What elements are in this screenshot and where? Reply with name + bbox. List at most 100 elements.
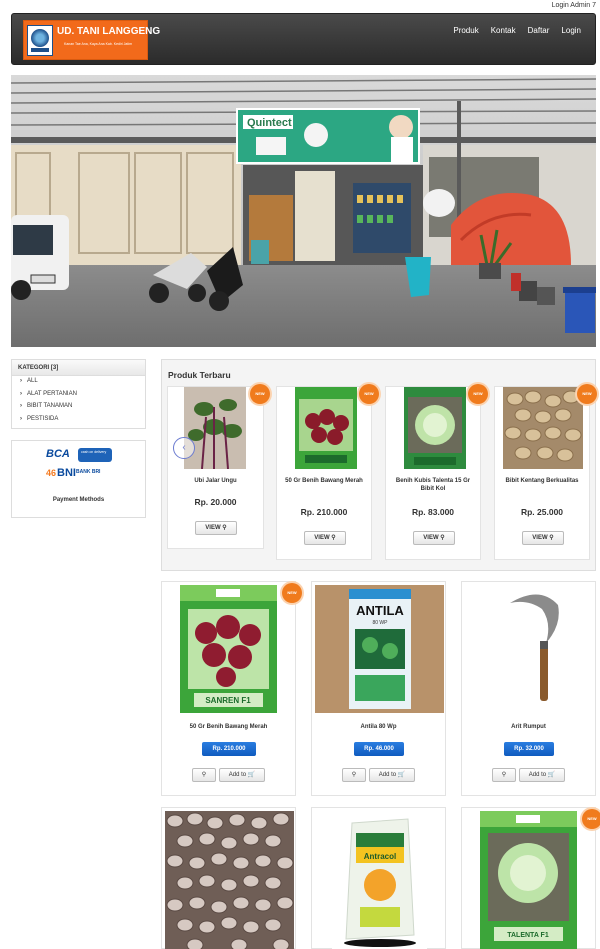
add-to-cart-label: Add to	[228, 772, 247, 778]
product-image[interactable]: ANTILA 80 WP	[315, 585, 444, 713]
product-card: Antracol	[311, 807, 446, 949]
product-name[interactable]: Benih Kubis Talenta 15 Gr Bibit Kol	[386, 477, 480, 493]
view-button-label: VIEW	[532, 535, 548, 541]
chevron-right-icon: ›	[20, 378, 22, 384]
new-badge: NEW	[250, 384, 270, 404]
carousel-prev-arrow-icon[interactable]: ‹	[173, 437, 195, 459]
payment-methods-label: Payment Methods	[52, 497, 105, 503]
category-title: KATEGORI [3]	[12, 360, 145, 376]
latest-product-card: Bibit Kentang Berkualitas Rp. 25.000 VIE…	[494, 386, 590, 560]
nav-item-login[interactable]: Login	[561, 26, 581, 35]
antila-pesticide-image: ANTILA 80 WP	[315, 585, 444, 713]
product-image[interactable]: Antracol	[332, 811, 427, 949]
hero-shop-photo: Quintect	[11, 75, 596, 347]
quick-view-button[interactable]: ⚲	[192, 768, 216, 782]
view-button-label: VIEW	[314, 535, 330, 541]
svg-text:Quintect: Quintect	[247, 117, 292, 129]
add-to-cart-label: Add to	[528, 772, 547, 778]
category-item-bibit-tanaman[interactable]: › BIBIT TANAMAN	[12, 401, 145, 414]
nav-item-kontak[interactable]: Kontak	[491, 26, 516, 35]
seed-potatoes-image	[503, 387, 583, 469]
category-label: PESTISIDA	[27, 415, 59, 422]
add-to-cart-button[interactable]: Add to 🛒	[369, 768, 415, 782]
product-name[interactable]: 50 Gr Benih Bawang Merah	[277, 477, 371, 485]
new-badge: NEW	[468, 384, 488, 404]
quick-view-button[interactable]: ⚲	[342, 768, 366, 782]
category-label: ALAT PERTANIAN	[27, 390, 77, 397]
chevron-right-icon: ›	[20, 415, 22, 422]
payment-logos: BCA cash on delivery BNI BANK BRI	[44, 446, 114, 484]
view-button-label: VIEW	[205, 525, 221, 531]
latest-product-card: Ubi Jalar Ungu Rp. 20.000 VIEW ⚲	[167, 386, 264, 549]
product-name[interactable]: Antila 80 Wp	[312, 723, 445, 731]
category-item-pestisida[interactable]: › PESTISIDA	[12, 414, 145, 427]
chevron-right-icon: ›	[20, 390, 22, 397]
product-image[interactable]	[165, 811, 294, 949]
chevron-right-icon: ›	[20, 403, 22, 409]
new-badge: NEW	[582, 809, 600, 829]
product-name[interactable]: Bibit Kentang Berkualitas	[495, 477, 589, 485]
brand-name: UD. TANI LANGGENG	[57, 26, 161, 37]
cabbage-seed-pack-image: TALENTA F1	[480, 811, 577, 949]
cod-badge: cash on delivery	[78, 448, 112, 462]
nav-item-produk[interactable]: Produk	[453, 26, 478, 35]
view-button[interactable]: VIEW ⚲	[195, 521, 237, 535]
latest-products-title: Produk Terbaru	[168, 370, 231, 380]
latest-product-card: Benih Kubis Talenta 15 Gr Bibit Kol Rp. …	[385, 386, 481, 560]
search-icon: ⚲	[501, 772, 507, 778]
view-button[interactable]: VIEW ⚲	[413, 531, 455, 545]
pack-label: ANTILA	[356, 603, 404, 618]
product-name[interactable]: Ubi Jalar Ungu	[168, 477, 263, 485]
sweet-potato-leaves-image	[184, 387, 246, 469]
search-icon: ⚲	[440, 535, 445, 541]
brand-tagline: Kanan Tae Ana, Kaya Ana Kab. Kediri Jati…	[64, 42, 133, 46]
new-badge: NEW	[282, 583, 302, 603]
bni-logo: BNI	[46, 467, 76, 479]
shallot-seed-pack-image	[295, 387, 357, 469]
price-badge: Rp. 32.000	[504, 742, 554, 756]
antracol-fungicide-image: Antracol	[332, 811, 427, 949]
add-to-cart-button[interactable]: Add to 🛒	[519, 768, 565, 782]
product-price: Rp. 25.000	[520, 507, 564, 517]
product-price: Rp. 210.000	[300, 507, 348, 517]
pack-sub-label: 80 WP	[372, 620, 388, 626]
product-card: Arit Rumput Rp. 32.000 ⚲ Add to 🛒	[461, 581, 596, 796]
new-badge: NEW	[359, 384, 379, 404]
cart-icon: 🛒	[397, 772, 406, 778]
product-image[interactable]	[480, 585, 577, 713]
view-button[interactable]: VIEW ⚲	[522, 531, 564, 545]
product-image[interactable]: SANREN F1	[180, 585, 277, 713]
quick-view-button[interactable]: ⚲	[492, 768, 516, 782]
category-item-all[interactable]: › ALL	[12, 376, 145, 389]
search-icon: ⚲	[351, 772, 357, 778]
category-panel: KATEGORI [3] › ALL › ALAT PERTANIAN › BIBIT…	[11, 359, 146, 429]
pack-label: TALENTA F1	[507, 932, 549, 939]
view-button[interactable]: VIEW ⚲	[304, 531, 346, 545]
product-image[interactable]	[404, 387, 466, 469]
product-image[interactable]	[184, 387, 246, 469]
pack-label: Antracol	[364, 852, 396, 861]
category-label: ALL	[27, 378, 38, 384]
product-name[interactable]: Arit Rumput	[462, 723, 595, 731]
shop-front-illustration: Quintect	[11, 75, 596, 347]
brand-logo[interactable]: UD. TANI LANGGENG Kanan Tae Ana, Kaya An…	[23, 20, 160, 60]
category-item-alat-pertanian[interactable]: › ALAT PERTANIAN	[12, 389, 145, 402]
bca-logo: BCA	[46, 448, 70, 460]
search-icon: ⚲	[222, 525, 227, 531]
product-image[interactable]	[503, 387, 583, 469]
add-to-cart-button[interactable]: Add to 🛒	[219, 768, 265, 782]
topbar: Login Admin 7	[0, 0, 600, 12]
price-badge: Rp. 46.000	[354, 742, 404, 756]
brand-emblem-icon	[27, 25, 53, 56]
product-image[interactable]	[295, 387, 357, 469]
pack-label: SANREN F1	[205, 696, 251, 705]
product-card	[161, 807, 296, 949]
product-image[interactable]: TALENTA F1	[480, 811, 577, 949]
price-badge: Rp. 210.000	[202, 742, 256, 756]
payment-methods-panel: BCA cash on delivery BNI BANK BRI Paymen…	[11, 440, 146, 518]
add-to-cart-label: Add to	[378, 772, 397, 778]
nav-item-daftar[interactable]: Daftar	[528, 26, 550, 35]
cart-icon: 🛒	[247, 772, 256, 778]
login-admin-link[interactable]: Login Admin 7	[552, 2, 596, 9]
product-name[interactable]: 50 Gr Benih Bawang Merah	[162, 723, 295, 731]
